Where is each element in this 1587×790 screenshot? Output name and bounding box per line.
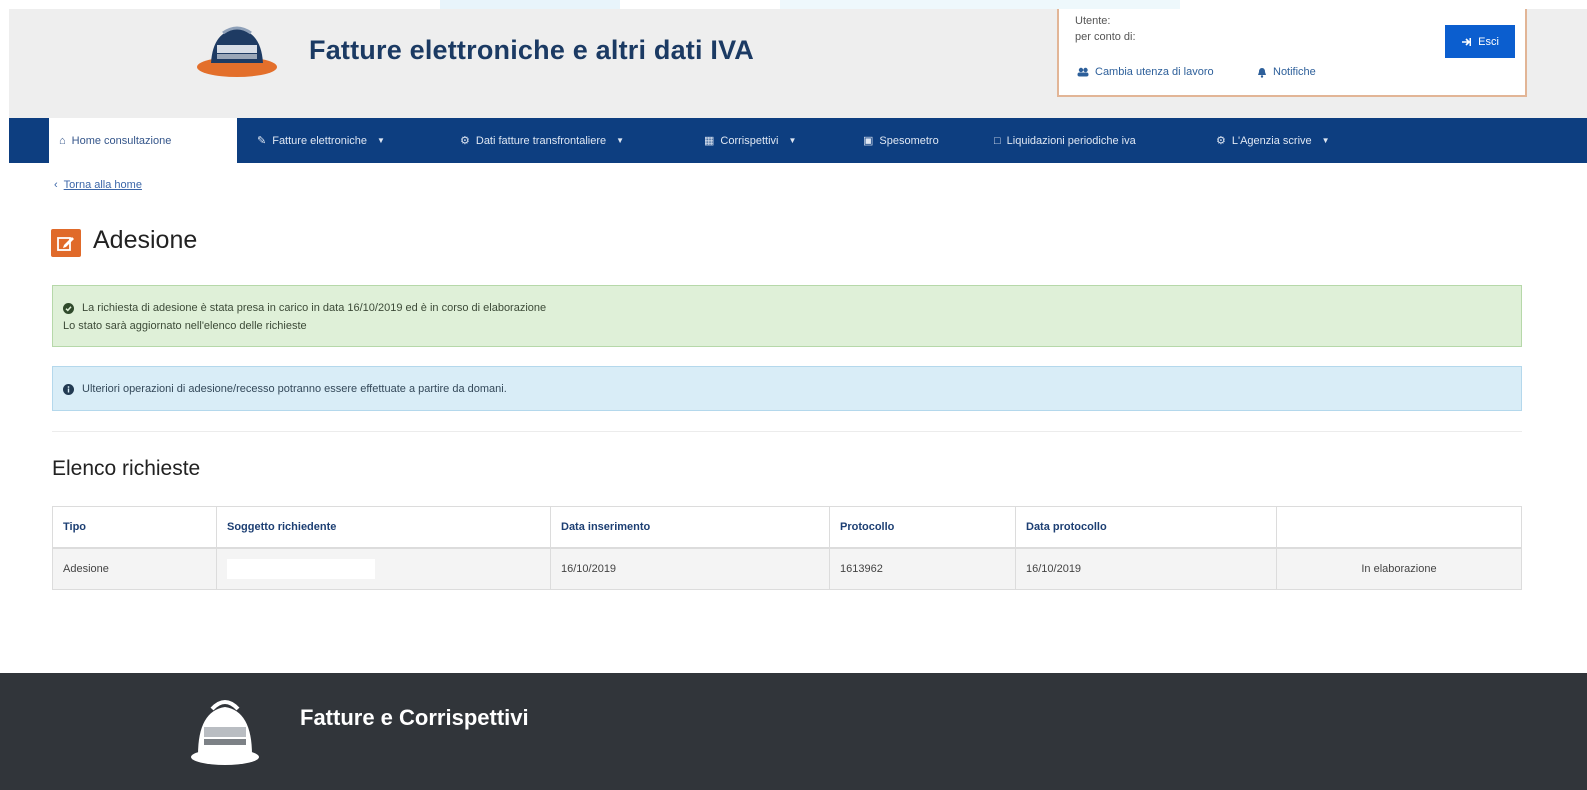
success-alert: La richiesta di adesione è stata presa i… xyxy=(52,285,1522,347)
nav-item-label: L'Agenzia scrive xyxy=(1231,134,1312,147)
cell-protocollo: 1613962 xyxy=(830,549,1016,589)
back-link[interactable]: ‹ Torna alla home xyxy=(54,179,142,191)
caret-down-icon: ▼ xyxy=(788,136,797,145)
sign-out-icon xyxy=(1462,37,1472,46)
column-header: Soggetto richiedente xyxy=(217,507,551,547)
user-panel: Utente: per conto di: Cambia utenza di l… xyxy=(1057,9,1527,97)
notifications-link[interactable]: Notifiche xyxy=(1257,66,1316,78)
nav-fatture-elettroniche[interactable]: ✎ Fatture elettroniche ▼ xyxy=(247,118,395,163)
logout-button[interactable]: Esci xyxy=(1445,25,1515,58)
cell-tipo: Adesione xyxy=(53,549,217,589)
column-header: Data protocollo xyxy=(1016,507,1277,547)
top-edge xyxy=(0,0,1587,9)
briefcase-icon: ▣ xyxy=(863,135,874,147)
nav-home-consultazione[interactable]: ⌂ Home consultazione xyxy=(49,118,237,163)
site-footer: Fatture e Corrispettivi xyxy=(0,673,1587,790)
table-row: Adesione 16/10/2019 1613962 16/10/2019 I… xyxy=(53,549,1521,589)
redacted-block xyxy=(227,559,375,579)
chevron-left-icon: ‹ xyxy=(54,179,58,191)
success-text-2: Lo stato sarà aggiornato nell'elenco del… xyxy=(63,320,307,332)
footer-title: Fatture e Corrispettivi xyxy=(300,705,529,730)
calculator-icon: ▦ xyxy=(704,135,715,147)
edit-icon: ✎ xyxy=(257,135,267,147)
change-utility-link[interactable]: Cambia utenza di lavoro xyxy=(1077,66,1214,78)
success-line-1: La richiesta di adesione è stata presa i… xyxy=(63,302,546,314)
column-header xyxy=(1277,507,1521,547)
info-alert: Ulteriori operazioni di adesione/recesso… xyxy=(52,366,1522,411)
home-icon: ⌂ xyxy=(59,134,66,147)
bell-icon xyxy=(1258,67,1266,78)
column-header: Tipo xyxy=(53,507,217,547)
cell-data-inserimento: 16/10/2019 xyxy=(551,549,830,589)
back-label: Torna alla home xyxy=(63,179,142,191)
nav-item-label: Fatture elettroniche xyxy=(272,134,367,147)
file-icon: □ xyxy=(994,134,1001,147)
change-utility-label: Cambia utenza di lavoro xyxy=(1095,66,1214,78)
caret-down-icon: ▼ xyxy=(1321,136,1330,145)
main-nav: ⌂ Home consultazione ✎ Fatture elettroni… xyxy=(9,118,1587,163)
nav-corrispettivi[interactable]: ▦ Corrispettivi ▼ xyxy=(694,118,806,163)
section-title: Elenco richieste xyxy=(52,457,201,480)
check-circle-icon xyxy=(63,302,74,314)
nav-agenzia-scrive[interactable]: ⚙ L'Agenzia scrive ▼ xyxy=(1206,118,1340,163)
info-line: Ulteriori operazioni di adesione/recesso… xyxy=(63,383,507,395)
logout-label: Esci xyxy=(1478,35,1499,48)
caret-down-icon: ▼ xyxy=(377,136,385,145)
success-text-1: La richiesta di adesione è stata presa i… xyxy=(82,302,547,314)
nav-item-label: Home consultazione xyxy=(71,134,172,147)
on-behalf-label: per conto di: xyxy=(1075,31,1136,43)
page-title: Adesione xyxy=(93,226,198,254)
gear-icon: ⚙ xyxy=(1216,135,1226,147)
requests-table: Tipo Soggetto richiedente Data inserimen… xyxy=(52,506,1522,590)
nav-item-label: Liquidazioni periodiche iva xyxy=(1006,134,1136,147)
table-header-row: Tipo Soggetto richiedente Data inserimen… xyxy=(53,507,1521,549)
column-header: Data inserimento xyxy=(551,507,830,547)
info-circle-icon xyxy=(63,383,74,395)
caret-down-icon: ▼ xyxy=(616,136,625,145)
user-label: Utente: xyxy=(1075,15,1111,27)
nav-item-label: Spesometro xyxy=(879,134,939,147)
nav-spesometro[interactable]: ▣ Spesometro xyxy=(853,118,949,163)
site-title: Fatture elettroniche e altri dati IVA xyxy=(309,35,754,65)
info-text: Ulteriori operazioni di adesione/recesso… xyxy=(82,383,507,395)
users-icon xyxy=(1077,67,1089,77)
site-header: Fatture elettroniche e altri dati IVA Ut… xyxy=(9,9,1587,118)
divider xyxy=(52,431,1522,432)
agency-logo xyxy=(191,700,259,765)
edit-square-icon xyxy=(51,229,81,257)
cell-data-protocollo: 16/10/2019 xyxy=(1016,549,1277,589)
edge-block xyxy=(780,0,1180,9)
cell-soggetto xyxy=(217,549,551,589)
nav-item-label: Dati fatture transfrontaliere xyxy=(475,134,607,147)
notifications-label: Notifiche xyxy=(1273,66,1316,78)
nav-liquidazioni-periodiche-iva[interactable]: □ Liquidazioni periodiche iva xyxy=(984,118,1146,163)
success-line-2: Lo stato sarà aggiornato nell'elenco del… xyxy=(63,320,307,332)
gear-icon: ⚙ xyxy=(460,135,470,147)
edge-block xyxy=(440,0,620,9)
column-header: Protocollo xyxy=(830,507,1016,547)
nav-item-label: Corrispettivi xyxy=(720,134,779,147)
agency-logo xyxy=(197,26,277,77)
nav-dati-fatture-transfrontaliere[interactable]: ⚙ Dati fatture transfrontaliere ▼ xyxy=(450,118,634,163)
cell-stato: In elaborazione xyxy=(1361,563,1437,575)
